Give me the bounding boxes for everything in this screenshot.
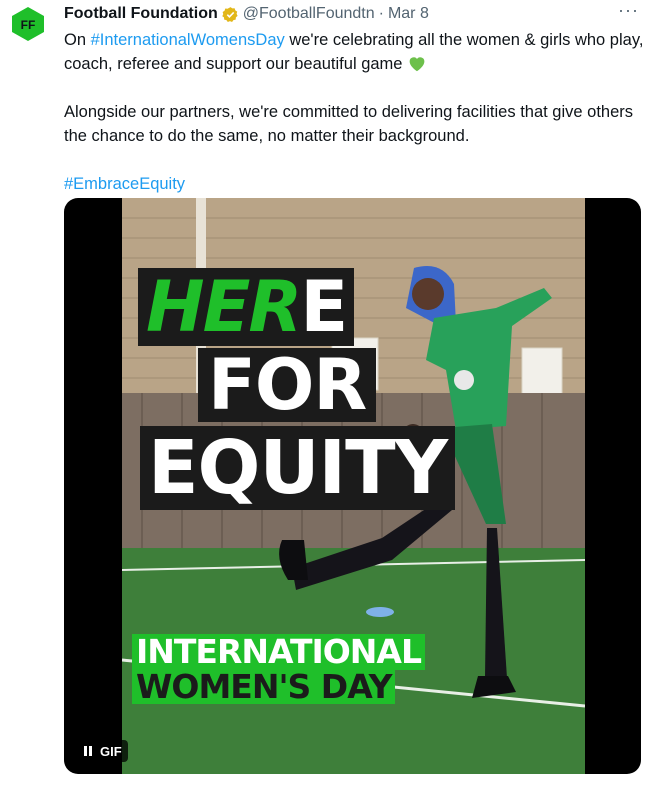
author-name[interactable]: Football Foundation [64, 5, 218, 23]
green-heart-icon [409, 57, 425, 72]
gif-label: GIF [100, 743, 122, 759]
verified-badge-icon [222, 6, 238, 22]
overlay-international-text: INTERNATIONAL [132, 634, 425, 670]
tweet-paragraph-2: Alongside our partners, we're committed … [64, 103, 634, 145]
tweet-paragraph-3: #EmbraceEquity [64, 172, 644, 196]
tweet-paragraph-1: On #InternationalWomensDay we're celebra… [64, 28, 644, 76]
tweet-text: On #InternationalWomensDay we're celebra… [64, 28, 644, 196]
gif-image: HER E FOR EQUITY INTERNATIONAL WOMEN'S DA… [122, 198, 585, 774]
avatar[interactable]: FF [10, 6, 46, 42]
overlay-equity-text: EQUITY [140, 426, 456, 510]
hashtag-link[interactable]: #EmbraceEquity [64, 175, 185, 193]
separator-dot: · [378, 5, 384, 22]
overlay-here-text: HER E [138, 266, 355, 348]
pause-icon [84, 746, 92, 756]
author-handle[interactable]: @FootballFoundtn [243, 5, 375, 23]
tweet-date[interactable]: Mar 8 [388, 5, 429, 23]
overlay-here-green: HER [146, 266, 302, 348]
tweet-header: Football Foundation @FootballFoundtn · M… [64, 4, 641, 24]
overlay-here-white: E [300, 266, 348, 348]
overlay-for-text: FOR [198, 348, 377, 422]
avatar-text: FF [21, 18, 36, 32]
more-options-icon[interactable]: ··· [618, 0, 639, 21]
hashtag-link[interactable]: #InternationalWomensDay [91, 31, 285, 49]
gif-media[interactable]: HER E FOR EQUITY INTERNATIONAL WOMEN'S DA… [64, 198, 641, 774]
text-segment: On [64, 31, 91, 49]
overlay-womens-day-text: WOMEN'S DAY [132, 670, 396, 704]
gif-pause-button[interactable]: GIF [76, 740, 128, 762]
